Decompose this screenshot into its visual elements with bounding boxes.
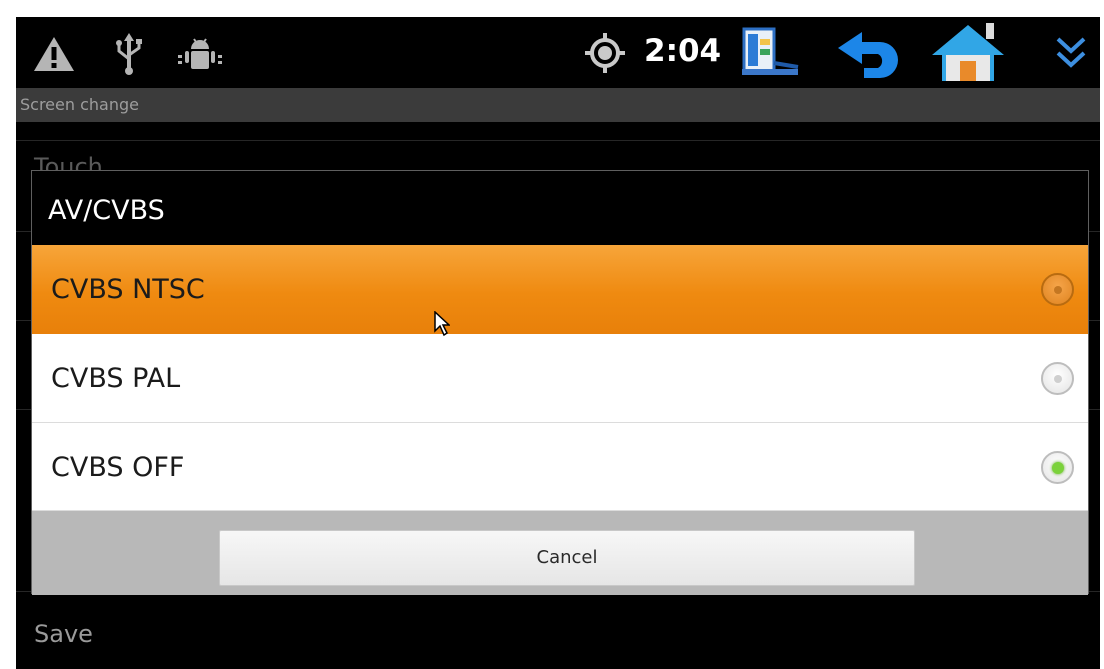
- option-label: CVBS NTSC: [51, 274, 205, 305]
- save-item[interactable]: Save: [34, 620, 93, 648]
- android-screen: 2:04 Screen change Touch Save AV/CVBS CV…: [16, 17, 1100, 669]
- task-manager-icon[interactable]: [740, 25, 804, 81]
- screen-subtitle: Screen change: [16, 88, 1100, 122]
- radio-button[interactable]: [1041, 273, 1074, 306]
- expand-icon[interactable]: [1054, 33, 1088, 73]
- dialog-button-bar: Cancel: [32, 511, 1088, 595]
- option-cvbs-pal[interactable]: CVBS PAL: [32, 334, 1088, 423]
- status-bar: 2:04: [16, 17, 1100, 87]
- av-cvbs-dialog: AV/CVBS CVBS NTSC CVBS PAL CVBS OFF Canc…: [31, 170, 1089, 595]
- option-cvbs-off[interactable]: CVBS OFF: [32, 423, 1088, 511]
- dialog-title: AV/CVBS: [32, 171, 1088, 245]
- mouse-cursor-icon: [434, 311, 450, 337]
- list-divider: [16, 140, 1100, 141]
- gps-icon: [585, 33, 625, 73]
- radio-button-checked[interactable]: [1041, 451, 1074, 484]
- usb-icon: [116, 33, 142, 75]
- option-label: CVBS PAL: [51, 363, 181, 394]
- option-label: CVBS OFF: [51, 452, 185, 483]
- android-debug-icon: [178, 38, 222, 69]
- back-icon[interactable]: [834, 26, 906, 80]
- cancel-button[interactable]: Cancel: [219, 530, 915, 586]
- radio-button[interactable]: [1041, 362, 1074, 395]
- warning-icon: [34, 37, 74, 71]
- option-cvbs-ntsc[interactable]: CVBS NTSC: [32, 245, 1088, 334]
- clock: 2:04: [644, 33, 722, 69]
- home-icon[interactable]: [928, 19, 1008, 83]
